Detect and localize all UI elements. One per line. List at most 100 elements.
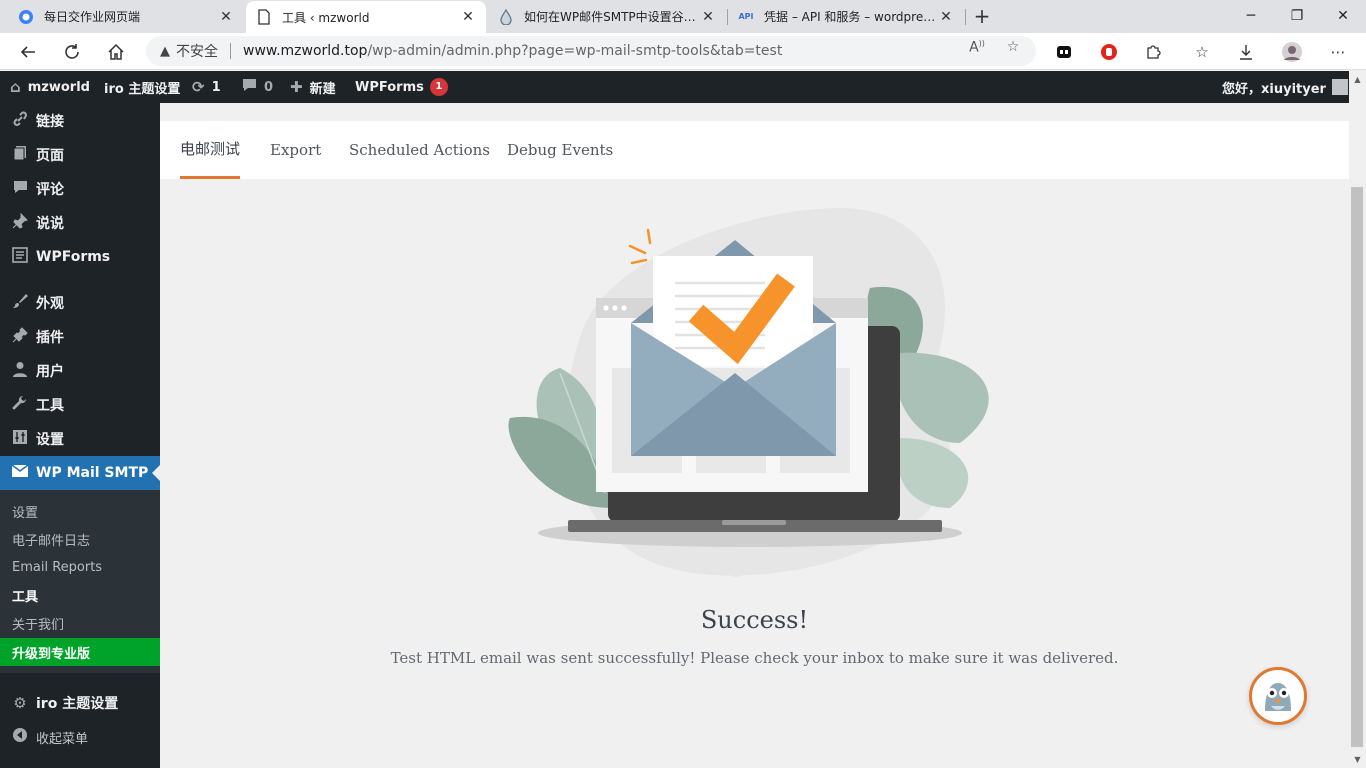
- sidebar-item-links[interactable]: 链接: [0, 104, 160, 138]
- extension-icon[interactable]: [1052, 40, 1076, 64]
- globe-icon: [18, 9, 34, 25]
- browser-tab[interactable]: 如何在WP邮件SMTP中设置谷歌邮箱 ✕: [488, 0, 726, 33]
- sidebar-item-tools[interactable]: 工具: [0, 388, 160, 422]
- read-aloud-icon[interactable]: A)): [968, 39, 986, 56]
- browser-tab[interactable]: API 凭据 – API 和服务 – wordpress – ✕: [728, 0, 964, 33]
- sidebar-item-plugins[interactable]: 插件: [0, 320, 160, 354]
- wpforms-link[interactable]: WPForms 1: [355, 71, 448, 103]
- security-label[interactable]: 不安全: [176, 41, 218, 61]
- email-success-illustration: [508, 208, 989, 577]
- close-icon[interactable]: ✕: [700, 9, 716, 25]
- updates-link[interactable]: ⟳ 1: [192, 71, 221, 103]
- sidebar-item-label: 评论: [36, 182, 64, 198]
- sidebar-item-appearance[interactable]: 外观: [0, 286, 160, 320]
- submenu-item-email-reports[interactable]: Email Reports: [0, 553, 160, 581]
- tab-email-test[interactable]: 电邮测试: [180, 121, 241, 179]
- scroll-up-arrow[interactable]: ▲: [1349, 71, 1366, 88]
- scroll-down-arrow[interactable]: ▼: [1349, 751, 1366, 768]
- adblock-icon[interactable]: [1097, 40, 1121, 64]
- tab-debug-events[interactable]: Debug Events: [507, 121, 613, 179]
- sidebar-item-users[interactable]: 用户: [0, 354, 160, 388]
- warning-icon[interactable]: ▲: [160, 44, 170, 59]
- collapse-menu-button[interactable]: 收起菜单: [0, 720, 160, 754]
- sidebar-item-comments[interactable]: 评论: [0, 172, 160, 206]
- submenu-item-tools[interactable]: 工具: [0, 581, 160, 609]
- sidebar-item-label: 用户: [36, 364, 64, 380]
- api-icon: API: [738, 12, 754, 21]
- theme-settings-label: iro 主题设置: [104, 81, 181, 97]
- downloads-icon[interactable]: [1234, 40, 1258, 64]
- comment-icon: [242, 78, 257, 96]
- tab-title: 每日交作业网页端: [44, 10, 141, 24]
- main-content: 电邮测试 Export Scheduled Actions Debug Even…: [160, 103, 1349, 768]
- drop-icon: [498, 8, 514, 25]
- plus-icon: ✚: [290, 78, 303, 96]
- sidebar-item-iro-settings[interactable]: ⚙ iro 主题设置: [0, 686, 160, 720]
- url-path: /wp-admin/admin.php?page=wp-mail-smtp-to…: [367, 43, 783, 59]
- help-button[interactable]: [1249, 667, 1307, 725]
- refresh-icon[interactable]: [58, 38, 86, 66]
- theme-settings-link[interactable]: iro 主题设置: [104, 71, 180, 103]
- minimize-button[interactable]: ─: [1228, 0, 1274, 33]
- sidebar-item-label: iro 主题设置: [36, 696, 119, 712]
- close-icon[interactable]: ✕: [938, 9, 954, 25]
- home-icon: ⌂: [10, 78, 21, 96]
- submenu-item-about[interactable]: 关于我们: [0, 609, 160, 637]
- favorites-icon[interactable]: ☆: [1190, 40, 1214, 64]
- page-icon: [10, 145, 30, 165]
- mail-icon: [10, 464, 30, 482]
- avatar: [1331, 79, 1348, 95]
- tab-separator: [965, 9, 966, 25]
- submenu-item-upgrade[interactable]: 升级到专业版: [0, 638, 160, 666]
- sidebar-item-label: WPForms: [36, 249, 111, 265]
- sidebar-item-settings[interactable]: 设置: [0, 422, 160, 456]
- window-close-button[interactable]: ✕: [1320, 0, 1366, 33]
- scroll-thumb[interactable]: [1351, 187, 1363, 747]
- greeting: 您好，xiuyityer: [1222, 81, 1326, 97]
- sidebar-item-talks[interactable]: 说说: [0, 206, 160, 240]
- my-account-link[interactable]: 您好，xiuyityer: [1222, 71, 1348, 103]
- add-favorite-icon[interactable]: ☆: [1004, 39, 1022, 55]
- settings-icon: [10, 429, 30, 449]
- page-icon: [256, 9, 272, 25]
- tab-export[interactable]: Export: [270, 121, 321, 179]
- more-menu-icon[interactable]: ⋯: [1326, 40, 1350, 64]
- tab-scheduled-actions[interactable]: Scheduled Actions: [349, 121, 490, 179]
- pin-icon: [10, 212, 30, 233]
- address-toolbar: ▲ 不安全 www.mzworld.top /wp-admin/admin.ph…: [0, 33, 1366, 70]
- wpforms-label: WPForms: [355, 79, 424, 95]
- wp-admin-bar: ⌂ mzworld iro 主题设置 ⟳ 1 0 ✚ 新建 WPForms 1 …: [0, 71, 1349, 103]
- collapse-menu-label: 收起菜单: [36, 731, 89, 747]
- collapse-icon: [10, 727, 30, 747]
- notification-badge: 1: [429, 78, 448, 96]
- home-icon[interactable]: [102, 38, 130, 66]
- comments-link[interactable]: 0: [242, 71, 273, 103]
- close-icon[interactable]: ✕: [218, 9, 234, 25]
- site-name-link[interactable]: ⌂ mzworld: [10, 71, 90, 103]
- sidebar-item-label: 插件: [36, 330, 64, 346]
- url-bar[interactable]: ▲ 不安全 www.mzworld.top /wp-admin/admin.ph…: [146, 36, 1036, 66]
- user-icon: [10, 361, 30, 381]
- current-indicator: [152, 465, 160, 481]
- new-content-link[interactable]: ✚ 新建: [290, 71, 336, 103]
- new-tab-button[interactable]: +: [970, 4, 994, 28]
- submenu-item-email-log[interactable]: 电子邮件日志: [0, 525, 160, 553]
- page-scrollbar[interactable]: ▲ ▼: [1349, 71, 1366, 768]
- sidebar-item-label: WP Mail SMTP: [36, 465, 149, 481]
- submenu-item-settings[interactable]: 设置: [0, 497, 160, 525]
- browser-tab-active[interactable]: 工具 ‹ mzworld ✕: [246, 1, 486, 33]
- sidebar-item-wpforms[interactable]: WPForms: [0, 240, 160, 274]
- browser-tab[interactable]: 每日交作业网页端 ✕: [8, 0, 244, 33]
- close-icon[interactable]: ✕: [460, 9, 476, 25]
- sidebar-item-label: 设置: [36, 432, 64, 448]
- sidebar-item-pages[interactable]: 页面: [0, 138, 160, 172]
- back-icon[interactable]: [14, 38, 42, 66]
- sidebar-item-wp-mail-smtp[interactable]: WP Mail SMTP: [0, 456, 160, 490]
- new-content-label: 新建: [309, 81, 336, 97]
- brush-icon: [10, 293, 30, 313]
- plugin-icon: [10, 327, 30, 347]
- restore-button[interactable]: ❐: [1274, 0, 1320, 33]
- profile-avatar[interactable]: [1280, 40, 1304, 64]
- comment-icon: [10, 180, 30, 198]
- extensions-puzzle-icon[interactable]: [1141, 40, 1165, 64]
